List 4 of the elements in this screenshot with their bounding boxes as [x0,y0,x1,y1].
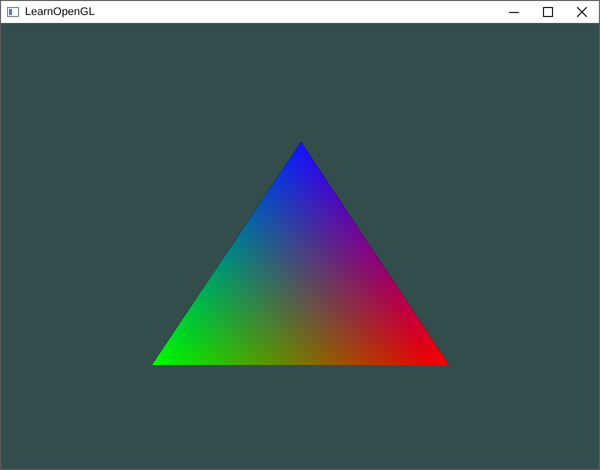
maximize-icon [543,7,553,17]
close-icon [577,7,587,17]
window-title: LearnOpenGL [25,6,96,18]
app-icon [7,7,19,17]
